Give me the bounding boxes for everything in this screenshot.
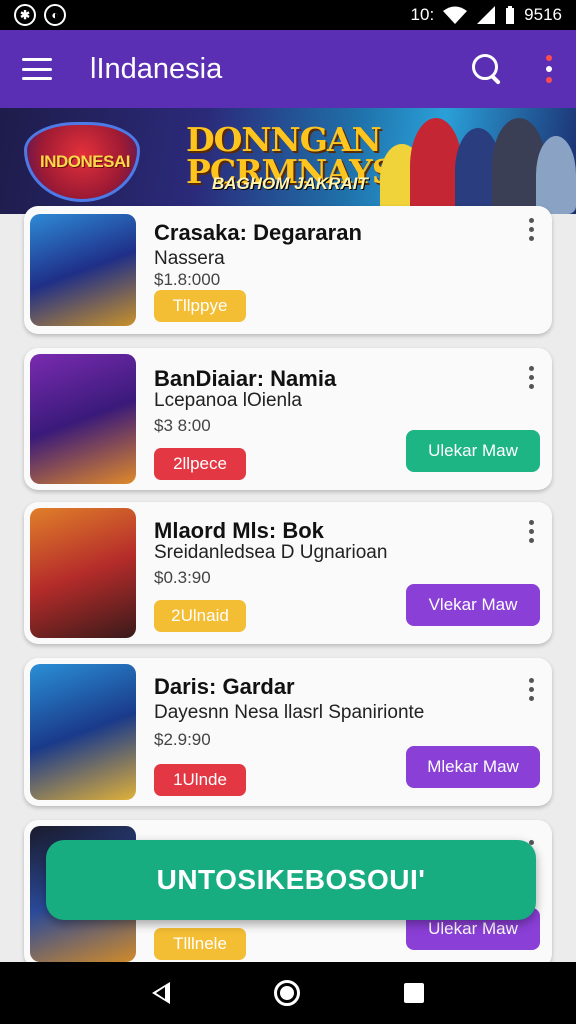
wifi-icon bbox=[443, 6, 468, 24]
banner-hero bbox=[536, 136, 576, 214]
app-bar: lIndanesia bbox=[0, 30, 576, 108]
game-tag: Tlllnele bbox=[154, 928, 246, 960]
signal-icon bbox=[477, 6, 496, 24]
game-action-button[interactable]: Vlekar Maw bbox=[406, 584, 540, 626]
page-title: lIndanesia bbox=[90, 52, 223, 85]
floating-action-button[interactable]: UNTOSIKEBOSOUI' bbox=[46, 840, 536, 920]
banner-brand: INDONESAI bbox=[40, 152, 130, 171]
recents-icon[interactable] bbox=[404, 983, 424, 1003]
back-icon[interactable] bbox=[152, 982, 170, 1004]
game-card[interactable]: BanDiaiar: Namia Lcepanoa lOienla $3 8:0… bbox=[24, 348, 552, 490]
game-title: Mlaord Mls: Bok bbox=[154, 518, 324, 543]
game-title: Daris: Gardar bbox=[154, 674, 295, 699]
game-subtitle: Sreidanledsea D Ugnarioan bbox=[154, 542, 388, 563]
game-card[interactable]: Crasaka: Degararan Nassera $1.8:000 Tllp… bbox=[24, 206, 552, 334]
game-tag: 1Ulnde bbox=[154, 764, 246, 796]
more-vert-icon[interactable] bbox=[529, 678, 534, 701]
notification-icon: ◐ bbox=[44, 4, 66, 26]
game-title: Crasaka: Degararan bbox=[154, 220, 362, 245]
more-vert-icon[interactable] bbox=[544, 55, 554, 83]
status-bar: ✱ ◐ 10: 9516 bbox=[0, 0, 576, 30]
game-subtitle: Lcepanoa lOienla bbox=[154, 390, 302, 411]
game-subtitle: Dayesnn Nesa llasrl Spanirionte bbox=[154, 702, 425, 723]
game-price: $0.3:90 bbox=[154, 568, 211, 587]
game-thumbnail bbox=[30, 214, 136, 326]
game-tag: 2llpece bbox=[154, 448, 246, 480]
game-thumbnail bbox=[30, 508, 136, 638]
game-thumbnail bbox=[30, 664, 136, 800]
banner-subtitle: BAGHOM JAKRAIT bbox=[212, 174, 368, 193]
search-icon[interactable] bbox=[470, 52, 504, 86]
home-icon[interactable] bbox=[274, 980, 300, 1006]
game-card[interactable]: Daris: Gardar Dayesnn Nesa llasrl Spanir… bbox=[24, 658, 552, 806]
system-nav-bar bbox=[0, 962, 576, 1024]
game-action-button[interactable]: Mlekar Maw bbox=[406, 746, 540, 788]
game-card[interactable]: Mlaord Mls: Bok Sreidanledsea D Ugnarioa… bbox=[24, 502, 552, 644]
game-tag: 2Ulnaid bbox=[154, 600, 246, 632]
game-price: $3 8:00 bbox=[154, 416, 211, 435]
menu-icon[interactable] bbox=[22, 58, 52, 80]
assistant-icon: ✱ bbox=[14, 4, 36, 26]
game-thumbnail bbox=[30, 354, 136, 484]
game-title: BanDiaiar: Namia bbox=[154, 366, 337, 391]
battery-icon bbox=[506, 6, 515, 24]
status-time: 9516 bbox=[524, 5, 562, 24]
more-vert-icon[interactable] bbox=[529, 218, 534, 241]
game-action-button[interactable]: Ulekar Maw bbox=[406, 430, 540, 472]
promo-banner[interactable]: INDONESAI DONNGAN PCRMNAYS BAGHOM JAKRAI… bbox=[0, 108, 576, 214]
game-subtitle: Nassera bbox=[154, 248, 225, 269]
game-tag: Tllppye bbox=[154, 290, 246, 322]
more-vert-icon[interactable] bbox=[529, 520, 534, 543]
more-vert-icon[interactable] bbox=[529, 366, 534, 389]
status-indicator: 10: bbox=[410, 5, 435, 24]
game-price: $2.9:90 bbox=[154, 730, 211, 749]
game-price: $1.8:000 bbox=[154, 270, 221, 289]
